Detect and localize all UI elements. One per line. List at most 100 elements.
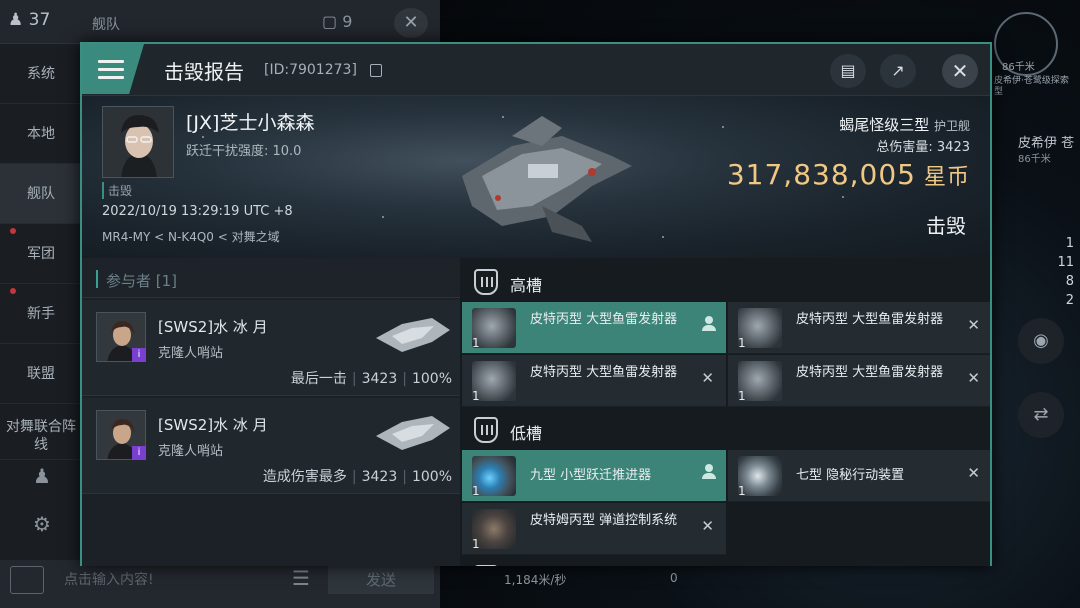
module-name: 皮特丙型 大型鱼雷发射器 — [530, 365, 678, 380]
radar-distance: 86千米 — [1002, 62, 1035, 73]
ship-image[interactable] — [442, 106, 642, 246]
chat-channel-fleet[interactable]: 舰队 — [0, 164, 82, 224]
module-slot[interactable]: 1 皮特丙型 大型鱼雷发射器 ✕ — [728, 355, 990, 407]
unread-dot — [10, 288, 16, 294]
low-slots-header: 低槽 — [460, 408, 990, 450]
clipboard-button[interactable]: ▤ — [830, 54, 866, 88]
isk-value: 317,838,005 星币 — [726, 158, 970, 191]
dialog-header: 击毁报告 [ID:7901273] ▤ ↗ ✕ — [82, 44, 990, 96]
module-qty: 1 — [738, 484, 746, 498]
share-button[interactable]: ↗ — [880, 54, 916, 88]
high-slots-header: 高槽 — [460, 260, 990, 302]
high-slot-icon — [474, 269, 498, 295]
chat-channel-coalition[interactable]: 对舞联合阵线 — [0, 404, 82, 460]
chat-channel-alliance[interactable]: 联盟 — [0, 344, 82, 404]
participant-ship-image — [376, 416, 450, 450]
module-slot[interactable]: 1 皮特丙型 大型鱼雷发射器 — [462, 302, 726, 354]
victim-avatar[interactable] — [102, 106, 174, 178]
participants-header: 参与者 [1] — [82, 258, 460, 298]
killmail-dialog: 击毁报告 [ID:7901273] ▤ ↗ ✕ [JX]芝士小森森 跃迁干扰强度… — [80, 42, 992, 566]
chat-panel-header — [0, 0, 440, 44]
settings-gear-icon[interactable]: ⚙ — [28, 512, 56, 540]
kill-summary: [JX]芝士小森森 跃迁干扰强度: 10.0 击毁 2022/10/19 13:… — [82, 96, 990, 258]
participant-row[interactable]: i [SWS2]水 冰 月 克隆人哨站 造成伤害最多 | 3423 | 100% — [82, 398, 460, 494]
report-id: [ID:7901273] — [264, 62, 357, 78]
module-slot[interactable]: 1 皮特姆丙型 弹道控制系统 ✕ — [462, 503, 726, 555]
overview-target-distance: 86千米 — [1018, 154, 1051, 165]
mid-slots-header: 中槽 — [460, 556, 990, 566]
module-slot[interactable]: 1 七型 隐秘行动装置 ✕ — [728, 450, 990, 502]
overview-counts: 1 11 8 2 — [1057, 236, 1074, 308]
warp-jam-strength: 跃迁干扰强度: 10.0 — [186, 144, 302, 159]
module-name: 皮特姆丙型 弹道控制系统 — [530, 513, 678, 528]
module-slot[interactable]: 1 皮特丙型 大型鱼雷发射器 ✕ — [462, 355, 726, 407]
chat-channel-title: 舰队 — [92, 17, 120, 33]
person-icon[interactable] — [702, 464, 716, 480]
module-qty: 1 — [472, 336, 480, 350]
speed-readout: 1,184米/秒 — [504, 573, 567, 587]
doc-count[interactable]: ▢ 9 — [322, 12, 352, 31]
module-qty: 1 — [472, 389, 480, 403]
participant-stats: 最后一击 | 3423 | 100% — [290, 371, 452, 387]
mid-slot-icon — [474, 565, 498, 566]
radar-target-name: 皮希伊·苍鹭级探索型 — [994, 76, 1069, 97]
destroyed-x-icon: ✕ — [701, 517, 714, 535]
module-qty: 1 — [738, 389, 746, 403]
chat-channel-system[interactable]: 系统 — [0, 44, 82, 104]
chat-menu-icon[interactable]: ☰ — [288, 566, 314, 594]
ship-type[interactable]: 蝎尾怪级三型 护卫舰 — [839, 114, 970, 135]
chat-close-button[interactable]: ✕ — [394, 8, 428, 38]
victim-name[interactable]: [JX]芝士小森森 — [186, 108, 314, 135]
close-button[interactable]: ✕ — [942, 54, 978, 88]
eye-icon[interactable]: ◉ — [1018, 318, 1064, 364]
speed-zero: 0 — [670, 571, 678, 585]
low-slot-icon — [474, 417, 498, 443]
module-qty: 1 — [472, 484, 480, 498]
participants-label: 参与者 [1] — [106, 272, 178, 290]
destroyed-x-icon: ✕ — [701, 369, 714, 387]
dialog-title: 击毁报告 — [164, 60, 244, 84]
keyboard-icon[interactable] — [10, 566, 44, 594]
module-name: 皮特丙型 大型鱼雷发射器 — [796, 365, 944, 380]
total-damage: 总伤害量: 3423 — [876, 140, 970, 155]
kill-location[interactable]: MR4-MY < N-K4Q0 < 对舞之域 — [102, 228, 280, 245]
participants-panel: 参与者 [1] i [SWS2]水 冰 月 克隆人哨站 最后一击 | 3423 | 10… — [82, 258, 460, 566]
participant-ship-image — [376, 318, 450, 352]
destroyed-x-icon: ✕ — [967, 316, 980, 334]
participant-name[interactable]: [SWS2]水 冰 月 — [158, 414, 268, 435]
menu-icon-bar — [98, 76, 124, 79]
info-badge-icon[interactable]: i — [132, 348, 146, 362]
kill-datetime: 2022/10/19 13:29:19 UTC +8 — [102, 204, 293, 219]
module-name: 七型 隐秘行动装置 — [796, 468, 905, 483]
destroyed-x-icon: ✕ — [967, 464, 980, 482]
contacts-icon[interactable]: ♟ — [28, 464, 56, 492]
module-qty: 1 — [472, 537, 480, 551]
destroyed-x-icon: ✕ — [967, 369, 980, 387]
menu-button[interactable] — [82, 44, 144, 94]
send-button[interactable]: 发送 — [328, 566, 434, 594]
module-slot[interactable]: 1 皮特丙型 大型鱼雷发射器 ✕ — [728, 302, 990, 354]
chat-channel-corp[interactable]: 军团 — [0, 224, 82, 284]
chat-channel-newbie[interactable]: 新手 — [0, 284, 82, 344]
low-slots-label: 低槽 — [510, 424, 543, 443]
chat-channel-local[interactable]: 本地 — [0, 104, 82, 164]
participant-ship: 克隆人哨站 — [158, 444, 224, 459]
participant-row[interactable]: i [SWS2]水 冰 月 克隆人哨站 最后一击 | 3423 | 100% — [82, 300, 460, 396]
unread-dot — [10, 228, 16, 234]
kill-tag: 击毁 — [102, 182, 132, 199]
copy-icon[interactable] — [370, 64, 382, 77]
user-count: ♟ 37 — [8, 10, 51, 30]
chat-input[interactable]: 点击输入内容! — [52, 566, 280, 594]
module-qty: 1 — [738, 336, 746, 350]
overview-target-name[interactable]: 皮希伊 苍 — [1018, 132, 1074, 151]
fitting-panel: 高槽 1 皮特丙型 大型鱼雷发射器 1 皮特丙型 大型鱼雷发射器 ✕ 1 皮特丙… — [460, 258, 990, 566]
high-slots-label: 高槽 — [510, 276, 543, 295]
kill-status: 击毁 — [926, 214, 966, 238]
menu-icon-bar — [98, 68, 124, 71]
module-slot[interactable]: 1 九型 小型跃迁推进器 — [462, 450, 726, 502]
participant-name[interactable]: [SWS2]水 冰 月 — [158, 316, 268, 337]
swap-icon[interactable]: ⇄ — [1018, 392, 1064, 438]
info-badge-icon[interactable]: i — [132, 446, 146, 460]
person-icon[interactable] — [702, 316, 716, 332]
participant-stats: 造成伤害最多 | 3423 | 100% — [262, 469, 452, 485]
